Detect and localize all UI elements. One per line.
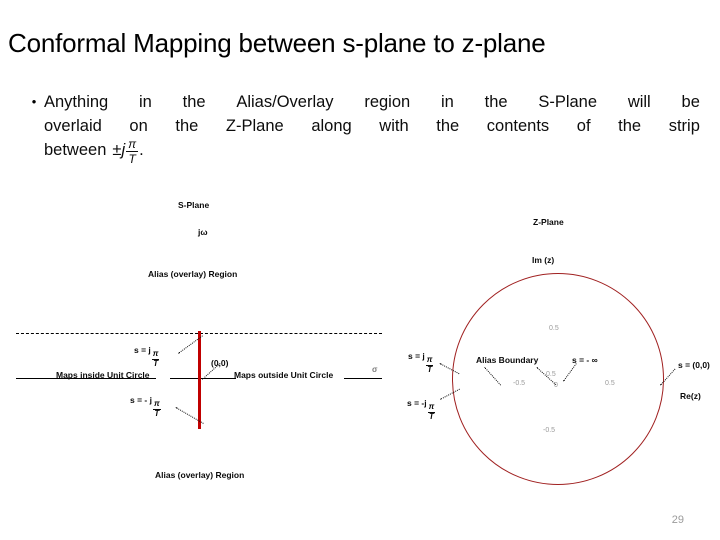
s-plane-imaginary-axis-label: jω <box>198 227 208 237</box>
word: contents <box>486 117 550 135</box>
word: the <box>484 93 508 111</box>
pi-over-t-fraction: πT <box>152 400 161 419</box>
word: the <box>182 93 206 111</box>
fraction-denominator: T <box>128 152 136 166</box>
word: with <box>379 117 409 135</box>
word: be <box>681 93 700 111</box>
bullet-text: Anything in the Alias/Overlay region in … <box>44 90 700 165</box>
fraction-denominator: T <box>429 412 434 422</box>
bullet-marker: • <box>31 94 37 109</box>
word: S-Plane <box>538 93 598 111</box>
bullet-line-1: Anything in the Alias/Overlay region in … <box>44 90 700 114</box>
fraction-denominator: T <box>427 365 433 375</box>
s-plane-maps-inside-label: Maps inside Unit Circle <box>56 370 150 380</box>
word: region <box>364 93 411 111</box>
word: in <box>440 93 454 111</box>
s-plane-strip-line <box>198 331 201 429</box>
bullet-body: • Anything in the Alias/Overlay region i… <box>24 90 700 165</box>
z-plane-s-origin-label: s = (0,0) <box>678 360 710 370</box>
word: on <box>129 117 148 135</box>
z-plane-title: Z-Plane <box>533 217 564 227</box>
s-plane-alias-region-bottom-label: Alias (overlay) Region <box>155 470 245 480</box>
word: in <box>139 93 152 111</box>
bullet-line-3: between ±j π T . <box>44 138 700 165</box>
page-title: Conformal Mapping between s-plane to z-p… <box>8 28 546 58</box>
fraction-denominator: T <box>154 409 160 419</box>
word: along <box>311 117 352 135</box>
s-plane-maps-outside-label: Maps outside Unit Circle <box>234 370 334 380</box>
bullet-item: • Anything in the Alias/Overlay region i… <box>24 90 700 165</box>
s-plane-negative-pole-prefix: s = - j <box>130 395 152 405</box>
word: the <box>175 117 199 135</box>
fraction-denominator: T <box>153 359 159 369</box>
pi-over-t-fraction: πT <box>425 356 434 375</box>
word: overlaid <box>44 117 102 135</box>
s-plane-real-axis-right <box>344 378 382 379</box>
z-plane-negative-pole-label: s = -j π T <box>407 398 436 421</box>
z-plane-real-axis-label: Re(z) <box>680 391 701 401</box>
z-plane-negative-pole-prefix: s = -j <box>407 398 427 408</box>
word: between <box>44 141 107 159</box>
z-plane-positive-pole-prefix: s = j <box>408 351 425 361</box>
figure-area: S-Plane jω Alias (overlay) Region Maps i… <box>0 195 720 505</box>
pi-over-t-fraction: π T <box>126 137 139 166</box>
z-plane-alias-boundary-label: Alias Boundary <box>476 355 539 365</box>
pi-over-t-fraction: πT <box>427 403 436 422</box>
s-plane-negative-pole-label: s = - jπT <box>130 395 162 418</box>
word: Alias/Overlay <box>236 93 334 111</box>
s-plane-title: S-Plane <box>178 200 210 210</box>
word: Z-Plane <box>225 117 284 135</box>
z-plane-imaginary-axis-label: Im (z) <box>532 255 555 265</box>
z-plane-unit-circle <box>452 273 664 485</box>
z-plane-tick-top: 0.5 <box>549 325 559 332</box>
z-plane-tick-bottom: -0.5 <box>543 427 556 434</box>
s-plane-alias-region-top-label: Alias (overlay) Region <box>148 269 238 279</box>
word: will <box>627 93 651 111</box>
z-plane-positive-pole-label: s = jπT <box>408 351 434 374</box>
z-plane-tick-right: 0.5 <box>605 380 615 387</box>
s-plane-positive-pole-label: s = jπT <box>134 345 160 368</box>
fraction-numerator: π <box>126 137 139 152</box>
s-plane-real-axis-label: σ <box>372 365 378 374</box>
word: the <box>436 117 460 135</box>
word: Anything <box>44 93 109 111</box>
s-plane-positive-pole-prefix: s = j <box>134 345 151 355</box>
pm-j-symbol: ±j <box>112 141 126 159</box>
bullet-line-2: overlaid on the Z-Plane along with the c… <box>44 114 700 138</box>
word: the <box>618 117 642 135</box>
pi-over-t-fraction: πT <box>151 350 160 369</box>
slide-page-number: 29 <box>671 514 684 526</box>
z-plane-tick-left: -0.5 <box>513 380 526 387</box>
period: . <box>139 141 144 159</box>
word: strip <box>668 117 700 135</box>
word: of <box>576 117 591 135</box>
